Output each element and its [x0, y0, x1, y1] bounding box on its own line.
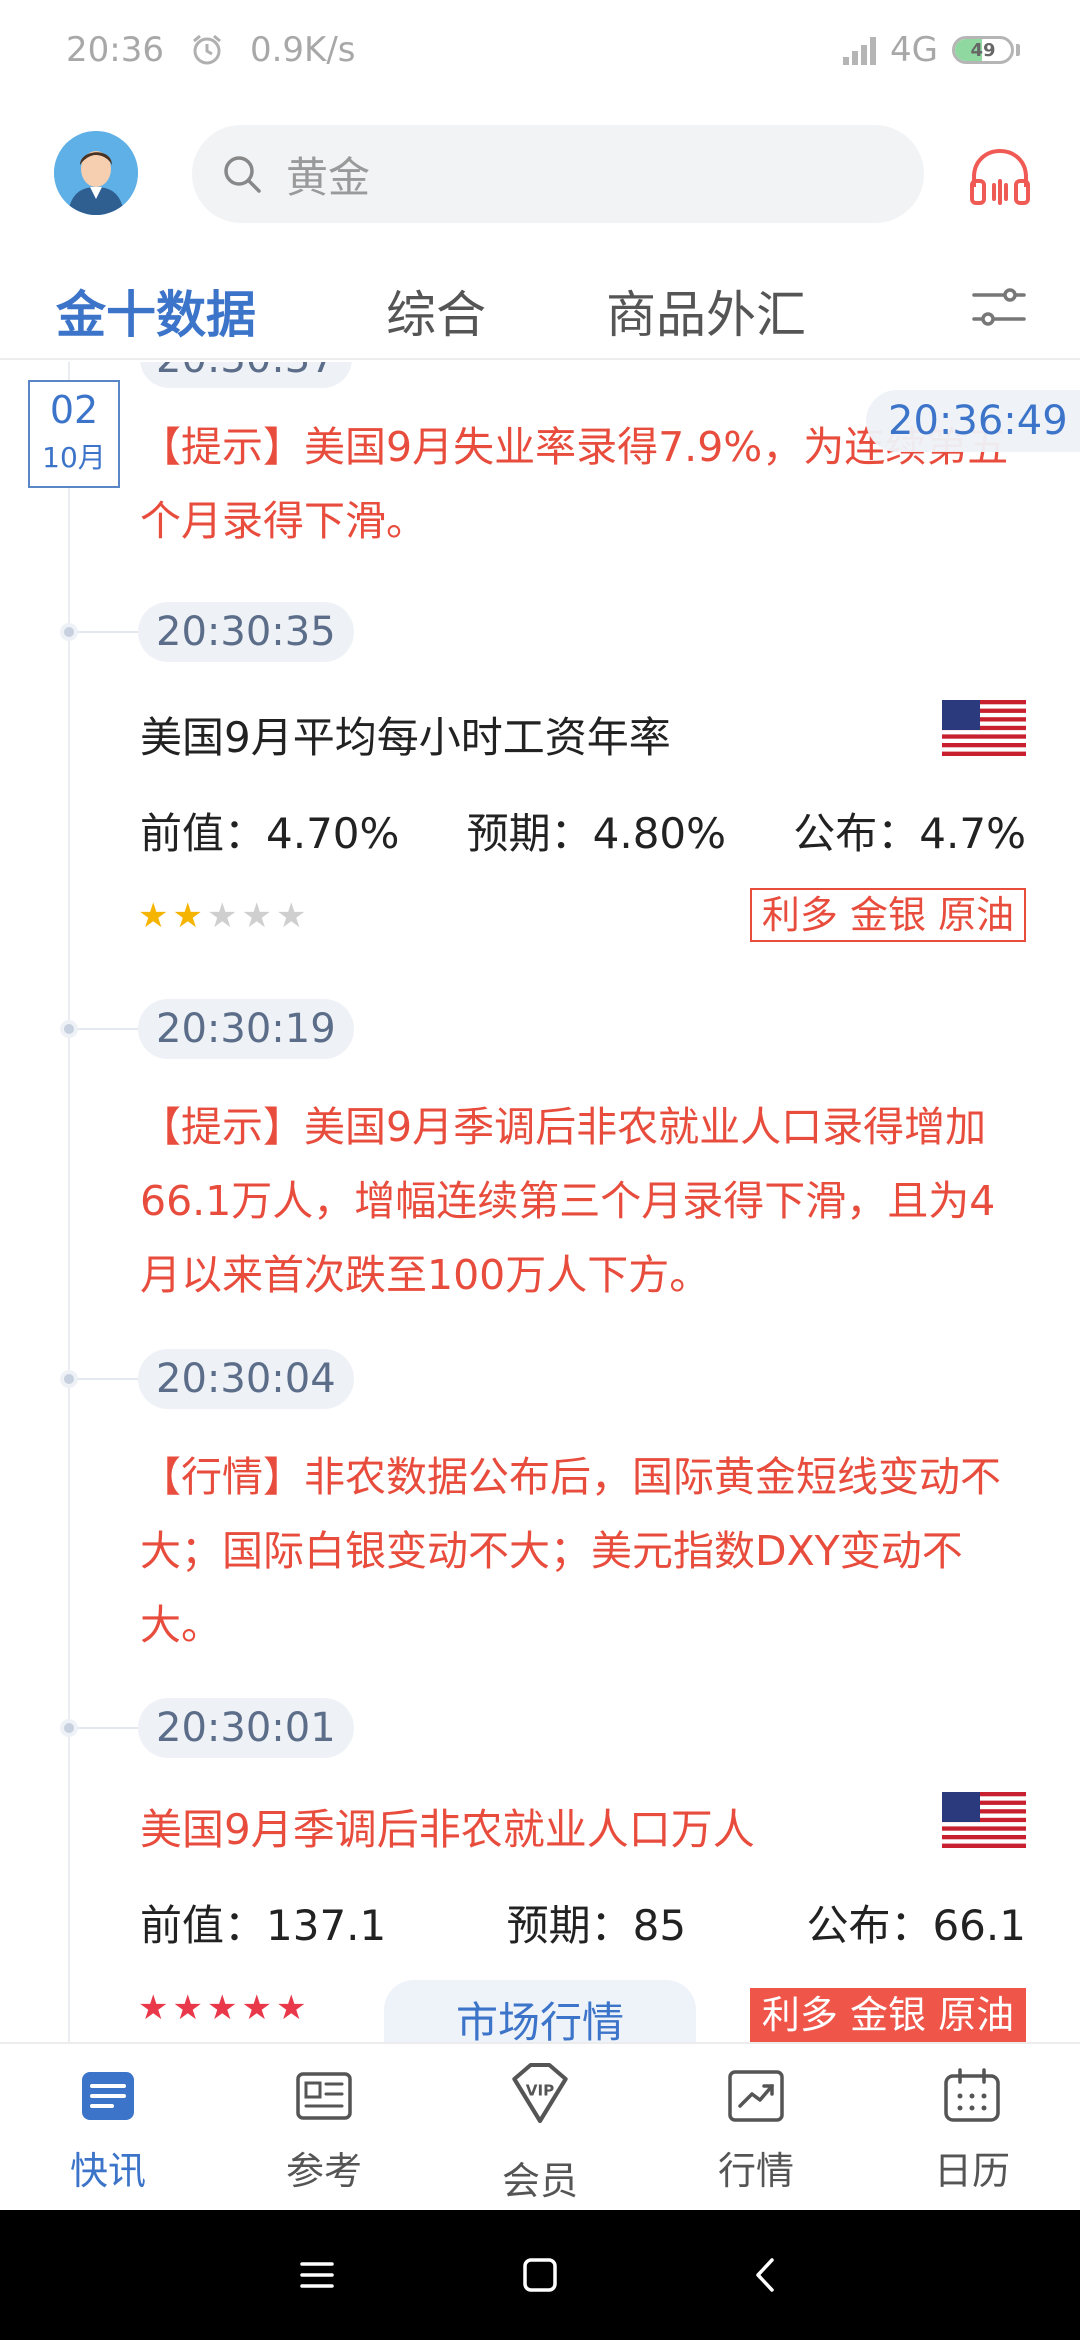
- bottom-nav: 快讯 参考 VIP 会员 行情 日历: [0, 2042, 1080, 2210]
- date-marker: 02 10月: [28, 380, 120, 488]
- nav-item-market[interactable]: 行情: [666, 2044, 846, 2212]
- star-filled-icon: ★: [172, 1988, 203, 2028]
- calendar-icon: [944, 2068, 1000, 2122]
- star-empty-icon: ★: [275, 896, 307, 936]
- us-flag-icon: [942, 1792, 1026, 1848]
- actual-value: 公布：66.1: [806, 1901, 1026, 1950]
- news-feed[interactable]: 20:30:37 【提示】美国9月失业率录得7.9%，为连续第五个月录得下滑。 …: [0, 362, 1080, 2042]
- indicator-values: 前值：4.70% 预期：4.80% 公布：4.7%: [140, 800, 1026, 861]
- star-empty-icon: ★: [241, 896, 272, 936]
- news-item-text[interactable]: 【提示】美国9月季调后非农就业人口录得增加66.1万人，增幅连续第三个月录得下滑…: [140, 1090, 1030, 1312]
- timeline-line: [68, 362, 70, 2042]
- nav-item-vip[interactable]: VIP 会员: [450, 2044, 630, 2212]
- star-filled-icon: ★: [241, 1988, 272, 2028]
- battery-level: 49: [970, 39, 996, 61]
- tab-commodity-forex[interactable]: 商品外汇: [606, 275, 806, 347]
- previous-value: 前值：4.70%: [140, 809, 400, 858]
- indicator-values: 前值：137.1 预期：85 公布：66.1: [140, 1892, 1026, 1953]
- timeline-connector: [78, 1378, 138, 1380]
- system-nav-bar: [0, 2210, 1080, 2340]
- previous-value: 前值：137.1: [140, 1901, 387, 1950]
- tab-general[interactable]: 综合: [386, 275, 486, 347]
- filter-settings-icon[interactable]: [970, 283, 1028, 331]
- timeline-dot: [60, 1719, 78, 1737]
- star-empty-icon: ★: [206, 896, 238, 936]
- menu-icon[interactable]: [292, 2250, 342, 2300]
- nav-label: 快讯: [69, 2149, 146, 2193]
- avatar[interactable]: [54, 131, 138, 215]
- search-icon: [224, 156, 261, 193]
- signal-icon: [843, 35, 877, 65]
- date-day: 02: [49, 388, 99, 432]
- news-icon: [82, 2072, 134, 2120]
- chart-icon: [728, 2070, 784, 2122]
- status-bar: 20:36 0.9K/s 4G 49: [0, 0, 1080, 100]
- news-item-text[interactable]: 【行情】非农数据公布后，国际黄金短线变动不大；国际白银变动不大；美元指数DXY变…: [140, 1440, 1030, 1662]
- nav-item-news[interactable]: 快讯: [18, 2044, 198, 2212]
- market-quotes-button[interactable]: 市场行情: [384, 1980, 696, 2042]
- nav-item-calendar[interactable]: 日历: [882, 2044, 1062, 2212]
- timeline-connector: [78, 1727, 138, 1729]
- search-input[interactable]: 黄金: [286, 144, 370, 205]
- svg-text:VIP: VIP: [526, 2081, 554, 2099]
- header: 黄金: [0, 100, 1080, 255]
- home-icon[interactable]: [515, 2250, 565, 2300]
- nav-item-reference[interactable]: 参考: [234, 2044, 414, 2212]
- time-pill: 20:30:19: [138, 999, 354, 1059]
- nav-label: 行情: [717, 2149, 794, 2193]
- network-speed: 0.9K/s: [249, 30, 356, 70]
- time-pill: 20:30:04: [138, 1349, 354, 1409]
- timeline-dot: [60, 623, 78, 641]
- timeline-dot: [60, 1370, 78, 1388]
- star-filled-icon: ★: [172, 896, 203, 936]
- time-pill: 20:30:35: [138, 602, 354, 662]
- status-time: 20:36: [66, 30, 164, 70]
- timeline-connector: [78, 1028, 138, 1030]
- importance-stars: ★ ★ ★ ★ ★: [138, 896, 306, 936]
- impact-tag: 利多 金银 原油: [750, 1988, 1026, 2042]
- star-filled-icon: ★: [138, 1988, 169, 2028]
- nav-label: 日历: [933, 2149, 1010, 2193]
- indicator-title[interactable]: 美国9月平均每小时工资年率: [140, 704, 671, 765]
- timeline-connector: [78, 631, 138, 633]
- timeline-dot: [60, 1020, 78, 1038]
- network-type: 4G: [890, 30, 938, 70]
- actual-value: 公布：4.7%: [793, 809, 1026, 858]
- reference-icon: [296, 2072, 352, 2120]
- expected-value: 预期：85: [506, 1901, 687, 1950]
- nav-label: 参考: [285, 2149, 362, 2193]
- alarm-icon: [193, 34, 221, 65]
- star-filled-icon: ★: [206, 1988, 238, 2028]
- headphone-icon[interactable]: [968, 147, 1032, 207]
- floating-latest-time[interactable]: 20:36:49: [866, 390, 1080, 452]
- nav-label: 会员: [501, 2159, 578, 2203]
- star-filled-icon: ★: [138, 896, 169, 936]
- time-pill: 20:30:01: [138, 1698, 354, 1758]
- search-bar[interactable]: 黄金: [192, 125, 924, 223]
- us-flag-icon: [942, 700, 1026, 756]
- star-filled-icon: ★: [275, 1988, 307, 2028]
- battery-icon: 49: [952, 36, 1020, 64]
- tab-jin10-data[interactable]: 金十数据: [56, 275, 256, 347]
- indicator-title[interactable]: 美国9月季调后非农就业人口万人: [140, 1796, 755, 1857]
- vip-icon: VIP: [512, 2062, 568, 2124]
- tab-bar: 金十数据 综合 商品外汇: [0, 255, 1080, 360]
- time-pill: 20:30:37: [140, 362, 352, 388]
- importance-stars: ★ ★ ★ ★ ★: [138, 1988, 306, 2028]
- back-icon[interactable]: [742, 2250, 792, 2300]
- expected-value: 预期：4.80%: [466, 809, 727, 858]
- date-month: 10月: [42, 441, 106, 474]
- impact-tag: 利多 金银 原油: [750, 888, 1026, 942]
